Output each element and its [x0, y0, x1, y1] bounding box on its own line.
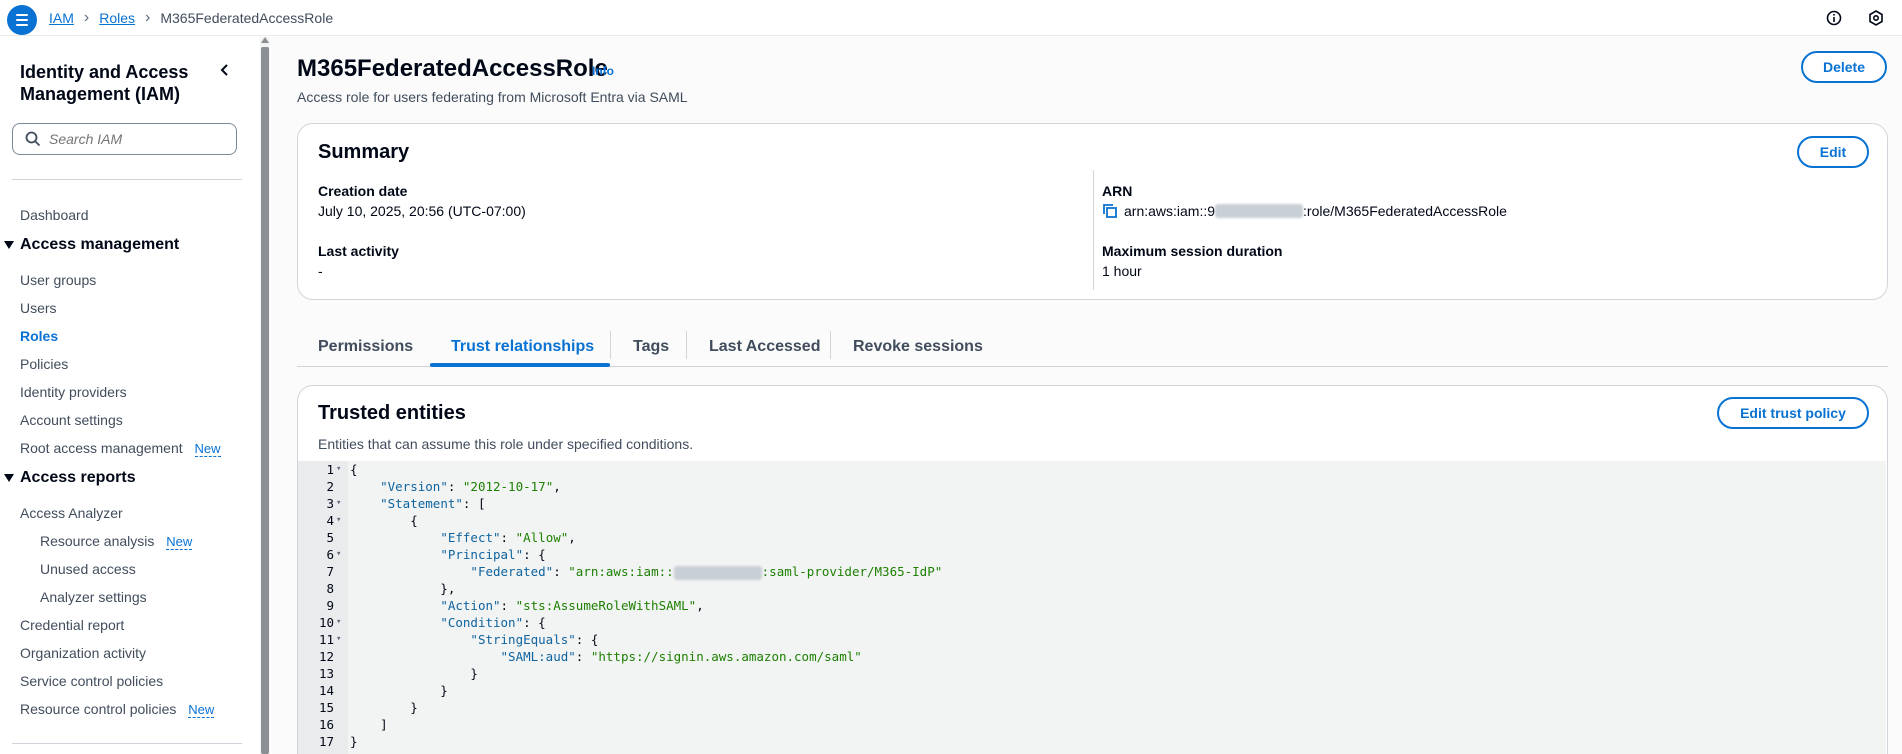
sidebar-scrollbar[interactable] [260, 37, 270, 754]
page-description: Access role for users federating from Mi… [297, 89, 688, 105]
redacted-account-id [673, 565, 762, 580]
new-badge[interactable]: New [166, 534, 193, 550]
breadcrumb-iam[interactable]: IAM [49, 10, 74, 26]
nav-roles[interactable]: Roles [20, 328, 58, 344]
collapse-icon[interactable] [218, 63, 232, 77]
fold-icon: ▾ [336, 617, 342, 627]
nav-root-access-management[interactable]: Root access management New [20, 440, 221, 457]
new-badge[interactable]: New [194, 441, 221, 457]
trusted-entities-title: Trusted entities [318, 402, 466, 424]
creation-date-value: July 10, 2025, 20:56 (UTC-07:00) [318, 203, 526, 219]
chevron-right-icon: › [83, 9, 90, 26]
breadcrumb: IAM › Roles › M365FederatedAccessRole [49, 9, 333, 27]
nav-unused-access[interactable]: Unused access [40, 561, 136, 577]
tab-last-accessed[interactable]: Last Accessed [688, 327, 841, 367]
info-icon[interactable] [1826, 10, 1842, 26]
tab-separator [686, 331, 687, 359]
caret-down-icon [4, 474, 14, 482]
fold-icon: ▾ [336, 634, 342, 644]
summary-card: Summary Edit Creation date July 10, 2025… [297, 123, 1888, 300]
scroll-up-icon[interactable] [261, 37, 269, 43]
fold-icon: ▾ [336, 549, 342, 559]
nav-label: Root access management [20, 440, 183, 456]
search-input[interactable] [49, 131, 219, 147]
nav-users[interactable]: Users [20, 300, 57, 316]
nav-resource-analysis[interactable]: Resource analysis New [40, 533, 193, 550]
nav-label: Resource analysis [40, 533, 155, 549]
last-activity-label: Last activity [318, 243, 399, 259]
edit-button[interactable]: Edit [1797, 136, 1869, 168]
search-icon [25, 131, 41, 147]
sidebar-title[interactable]: Identity and Access Management (IAM) [20, 61, 220, 105]
delete-button[interactable]: Delete [1801, 51, 1887, 83]
side-navigation: Identity and Access Management (IAM) Das… [0, 37, 270, 754]
nav-account-settings[interactable]: Account settings [20, 412, 123, 428]
trusted-entities-description: Entities that can assume this role under… [318, 436, 694, 452]
breadcrumb-roles[interactable]: Roles [99, 10, 135, 26]
creation-date-label: Creation date [318, 183, 408, 199]
nav-identity-providers[interactable]: Identity providers [20, 384, 127, 400]
section-label: Access management [20, 236, 180, 253]
top-navigation: IAM › Roles › M365FederatedAccessRole [0, 0, 1902, 36]
nav-policies[interactable]: Policies [20, 356, 68, 372]
fold-icon: ▾ [336, 515, 342, 525]
info-link[interactable]: Info [592, 64, 614, 78]
active-tab-indicator [430, 363, 610, 367]
nav-organization-activity[interactable]: Organization activity [20, 645, 146, 661]
breadcrumb-current: M365FederatedAccessRole [160, 10, 334, 26]
nav-service-control-policies[interactable]: Service control policies [20, 673, 163, 689]
caret-down-icon [4, 241, 14, 249]
summary-title: Summary [318, 141, 410, 163]
tab-trust-relationships[interactable]: Trust relationships [430, 327, 615, 367]
arn-prefix: arn:aws:iam::9 [1124, 203, 1216, 219]
scrollbar-thumb[interactable] [261, 47, 269, 754]
tab-separator [610, 331, 611, 359]
policy-code-viewer[interactable]: 1 ▾{ 2 "Version": "2012-10-17", 3 ▾ "State… [298, 461, 1886, 754]
search-field[interactable] [12, 123, 237, 155]
nav-resource-control-policies[interactable]: Resource control policies New [20, 701, 215, 718]
fold-icon: ▾ [336, 498, 342, 508]
chevron-right-icon: › [145, 9, 151, 26]
tab-separator [830, 331, 831, 359]
nav-analyzer-settings[interactable]: Analyzer settings [40, 589, 147, 605]
divider [12, 179, 242, 180]
nav-dashboard[interactable]: Dashboard [20, 207, 89, 223]
section-label: Access reports [20, 469, 136, 486]
tab-bar: Permissions Trust relationships Tags Las… [297, 327, 1888, 367]
arn-value: arn:aws:iam::9 :role/M365FederatedAccessR… [1102, 203, 1507, 219]
max-session-value: 1 hour [1102, 263, 1142, 279]
copy-icon[interactable] [1102, 203, 1118, 219]
page-title: M365FederatedAccessRole [297, 55, 608, 82]
settings-icon[interactable] [1868, 10, 1884, 26]
tab-permissions[interactable]: Permissions [297, 327, 434, 367]
nav-section-access-reports[interactable]: Access reports [4, 469, 136, 487]
divider [12, 743, 242, 744]
nav-access-analyzer[interactable]: Access Analyzer [20, 505, 123, 521]
last-activity-value: - [318, 263, 323, 279]
nav-label: Resource control policies [20, 701, 177, 717]
menu-button[interactable] [7, 5, 37, 35]
nav-user-groups[interactable]: User groups [20, 272, 96, 288]
fold-icon: ▾ [336, 464, 342, 474]
redacted-account-id [1215, 204, 1304, 218]
arn-label: ARN [1102, 183, 1133, 199]
max-session-label: Maximum session duration [1102, 243, 1283, 259]
nav-section-access-management[interactable]: Access management [4, 236, 179, 254]
tab-tags[interactable]: Tags [612, 327, 690, 367]
arn-suffix: :role/M365FederatedAccessRole [1303, 203, 1507, 219]
tab-revoke-sessions[interactable]: Revoke sessions [832, 327, 1004, 367]
edit-trust-policy-button[interactable]: Edit trust policy [1717, 397, 1869, 429]
nav-credential-report[interactable]: Credential report [20, 617, 124, 633]
column-divider [1093, 170, 1094, 290]
new-badge[interactable]: New [188, 702, 215, 718]
